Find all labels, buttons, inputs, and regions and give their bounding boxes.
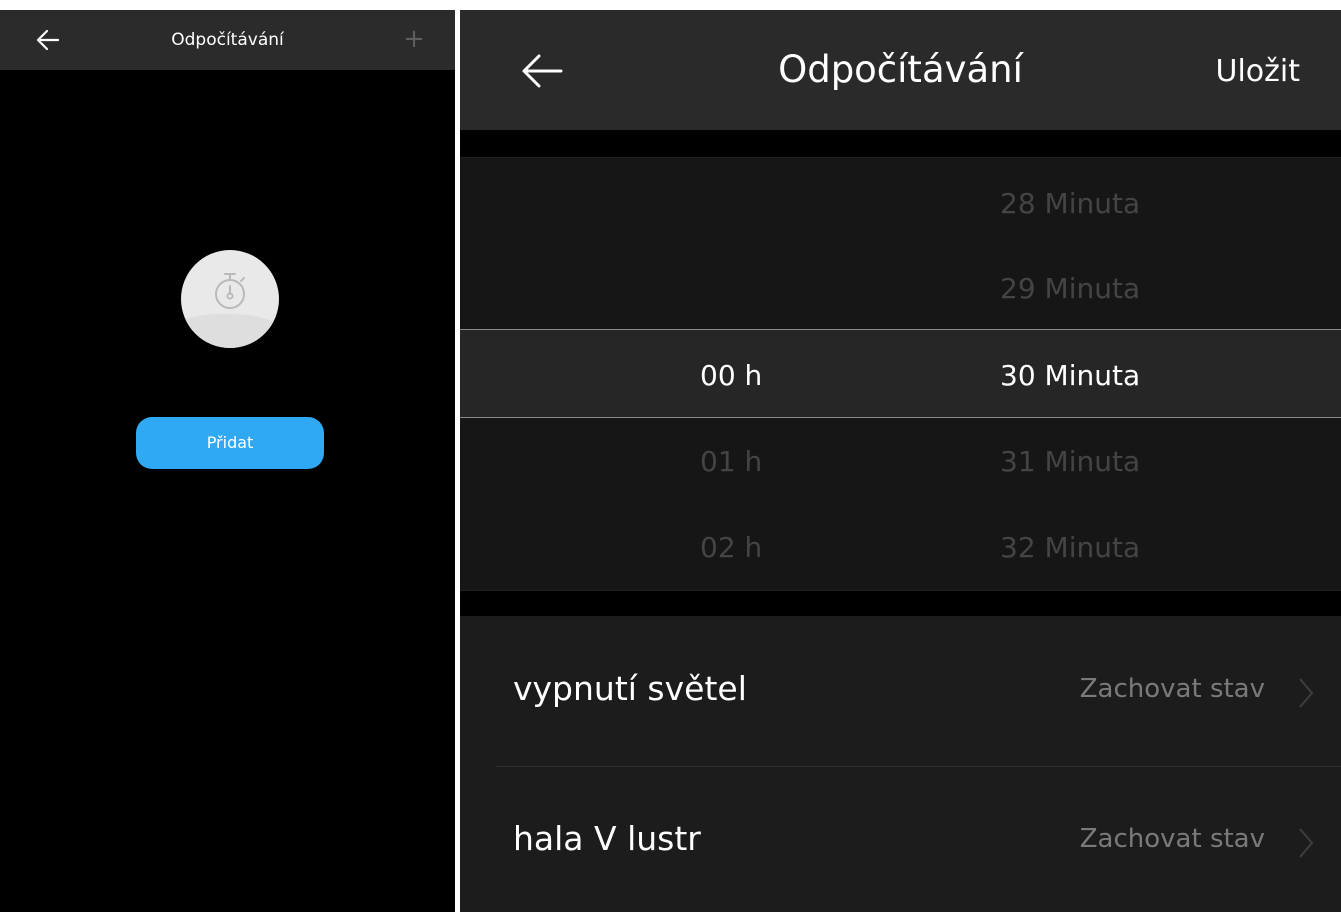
add-button[interactable]: Přidat <box>136 417 324 469</box>
minute-option[interactable]: 29 Minuta <box>1000 272 1200 306</box>
device-action-list: vypnutí světel Zachovat stav hala V lust… <box>460 616 1341 912</box>
timer-list-screen: Odpočítávání + Přidat <box>0 10 455 912</box>
page-title: Odpočítávání <box>171 30 284 50</box>
time-picker[interactable]: 28 Minuta 29 Minuta 00 h 30 Minuta 01 h … <box>460 157 1341 591</box>
minute-option[interactable]: 31 Minuta <box>1000 445 1200 479</box>
countdown-edit-screen: Odpočítávání Uložit 28 Minuta 29 Minuta … <box>460 10 1341 912</box>
selection-band <box>460 329 1341 418</box>
empty-state-illustration <box>181 250 279 348</box>
device-name: vypnutí světel <box>513 669 747 708</box>
hour-option[interactable]: 02 h <box>700 531 800 565</box>
minute-option-selected[interactable]: 30 Minuta <box>1000 359 1200 393</box>
top-bar: Odpočítávání + <box>0 10 455 70</box>
add-icon[interactable]: + <box>403 25 425 53</box>
list-item[interactable]: vypnutí světel Zachovat stav <box>460 616 1341 764</box>
save-button[interactable]: Uložit <box>1200 54 1301 89</box>
action-value: Zachovat stav <box>1079 824 1265 854</box>
top-bar: Odpočítávání Uložit <box>460 10 1341 130</box>
list-item[interactable]: hala V lustr Zachovat stav <box>460 766 1341 912</box>
cloud-shape <box>181 314 279 348</box>
stopwatch-icon <box>215 273 245 309</box>
hour-option[interactable]: 01 h <box>700 445 800 479</box>
hour-option-selected[interactable]: 00 h <box>700 359 800 393</box>
minute-option[interactable]: 28 Minuta <box>1000 187 1200 221</box>
chevron-right-icon <box>1296 826 1316 860</box>
chevron-right-icon <box>1296 676 1316 710</box>
minute-option[interactable]: 32 Minuta <box>1000 531 1200 565</box>
action-value: Zachovat stav <box>1079 674 1265 704</box>
device-name: hala V lustr <box>513 819 701 858</box>
